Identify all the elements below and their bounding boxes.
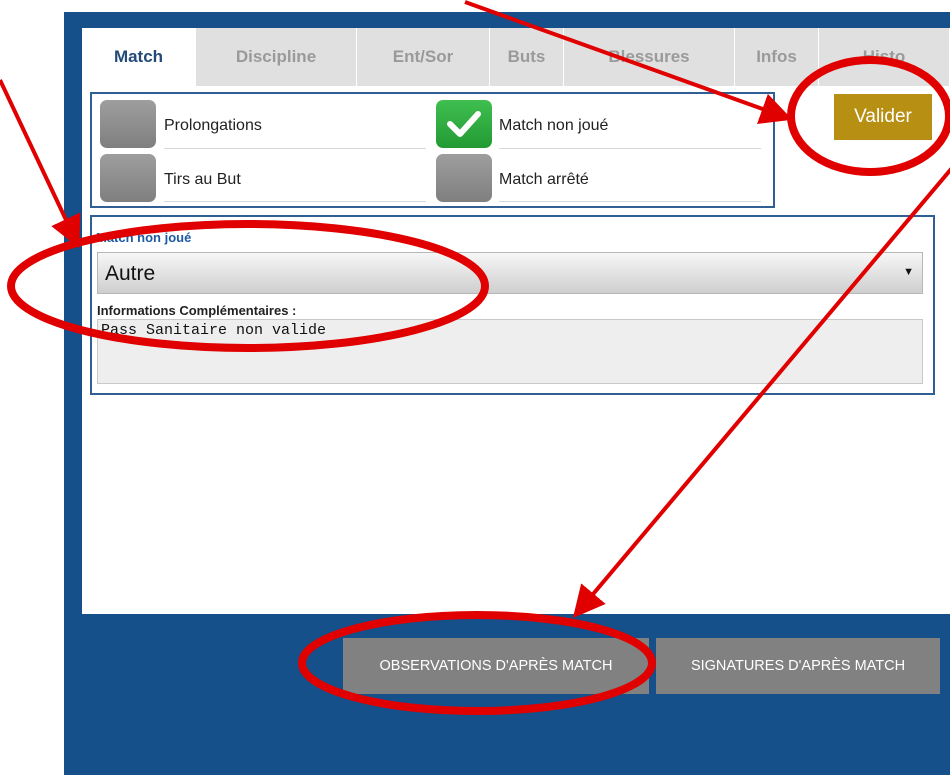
observations-button[interactable]: OBSERVATIONS D'APRÈS MATCH	[343, 638, 649, 694]
prolongations-label: Prolongations	[164, 117, 262, 134]
tirs-au-but-checkbox[interactable]	[100, 154, 156, 202]
reason-select[interactable]: Autre ▼	[97, 252, 923, 294]
match-arrete-label: Match arrêté	[499, 171, 589, 188]
tab-blessures[interactable]: Blessures	[564, 28, 735, 86]
section-title: Match non joué	[96, 230, 192, 245]
prolongations-checkbox[interactable]	[100, 100, 156, 148]
checkmark-icon	[447, 111, 481, 137]
reason-select-value: Autre	[105, 262, 156, 285]
match-options-box	[90, 92, 775, 208]
info-textarea-value: Pass Sanitaire non valide	[101, 322, 327, 339]
divider	[164, 201, 426, 202]
info-textarea[interactable]: Pass Sanitaire non valide	[97, 319, 923, 384]
valider-button[interactable]: Valider	[834, 94, 932, 140]
tab-bar: Match Discipline Ent/Sor Buts Blessures …	[82, 28, 950, 86]
tab-histo[interactable]: Histo	[819, 28, 950, 86]
tab-discipline[interactable]: Discipline	[196, 28, 357, 86]
divider	[499, 201, 761, 202]
signatures-button[interactable]: SIGNATURES D'APRÈS MATCH	[656, 638, 940, 694]
match-non-joue-label: Match non joué	[499, 117, 609, 134]
tab-buts[interactable]: Buts	[490, 28, 564, 86]
tab-ent-sor[interactable]: Ent/Sor	[357, 28, 490, 86]
tirs-au-but-label: Tirs au But	[164, 171, 241, 188]
tab-match[interactable]: Match	[82, 28, 196, 86]
match-arrete-checkbox[interactable]	[436, 154, 492, 202]
match-non-joue-checkbox[interactable]	[436, 100, 492, 148]
dropdown-caret-icon: ▼	[903, 266, 914, 278]
divider	[164, 148, 426, 149]
divider	[499, 148, 761, 149]
info-label: Informations Complémentaires :	[97, 303, 297, 318]
tab-infos[interactable]: Infos	[735, 28, 819, 86]
